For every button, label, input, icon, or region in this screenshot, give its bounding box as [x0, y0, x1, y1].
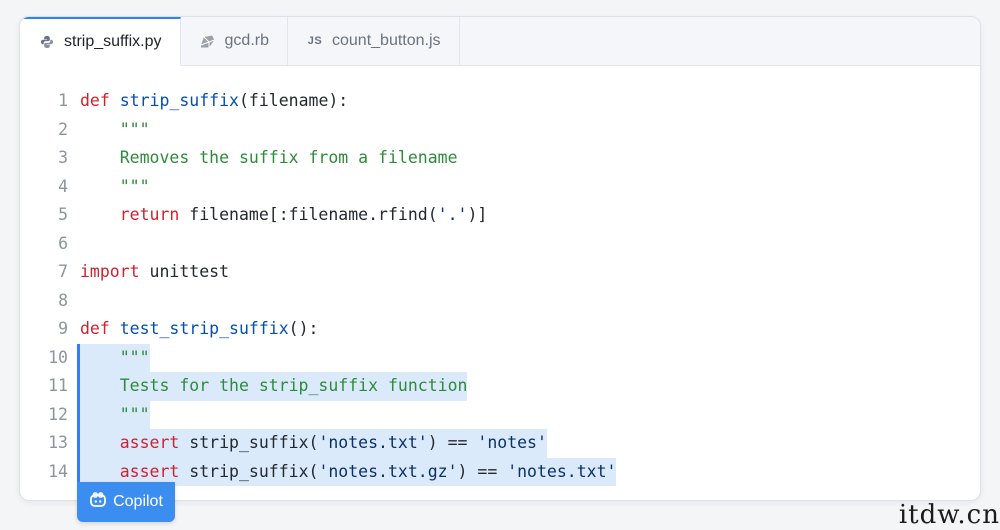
- code-text: import unittest: [80, 258, 229, 287]
- code-line[interactable]: 13 assert strip_suffix('notes.txt') == '…: [20, 429, 980, 458]
- code-token: ) ==: [457, 461, 508, 481]
- code-text: Tests for the strip_suffix function: [80, 372, 468, 401]
- line-number: 11: [48, 376, 68, 395]
- code-text: assert strip_suffix('notes.txt') == 'not…: [80, 429, 547, 458]
- code-token: """: [119, 176, 150, 196]
- code-token: test_strip_suffix: [119, 319, 289, 338]
- code-line[interactable]: 11 Tests for the strip_suffix function: [20, 372, 980, 401]
- code-area[interactable]: 1 def strip_suffix(filename): 2 """ 3 Remov…: [20, 87, 980, 486]
- code-text: """: [80, 173, 150, 202]
- code-line[interactable]: 7 import unittest: [20, 258, 980, 287]
- copilot-button[interactable]: Copilot: [77, 482, 175, 522]
- code-token: ) ==: [427, 433, 478, 452]
- copilot-icon: [89, 491, 113, 513]
- tab-strip-suffix-py[interactable]: strip_suffix.py: [20, 17, 181, 66]
- code-text: """: [80, 344, 150, 373]
- code-token: strip_suffix(: [179, 461, 319, 481]
- code-line[interactable]: 5 return filename[:filename.rfind('.')]: [20, 201, 980, 230]
- tab-gcd-rb[interactable]: gcd.rb: [181, 17, 288, 65]
- code-token: """: [119, 347, 150, 367]
- tab-label: strip_suffix.py: [64, 33, 162, 50]
- code-token: 'notes': [477, 433, 547, 452]
- code-token: import: [80, 262, 140, 281]
- code-token: unittest: [139, 262, 230, 281]
- code-text: """: [80, 401, 150, 430]
- line-number: 1: [58, 91, 68, 110]
- code-token: 'notes.txt': [507, 461, 617, 481]
- code-text: Removes the suffix from a filename: [80, 144, 458, 173]
- code-token: )]: [467, 205, 488, 224]
- line-number: 9: [58, 319, 68, 338]
- js-icon: JS: [307, 35, 323, 47]
- tab-label: gcd.rb: [224, 32, 269, 49]
- code-line[interactable]: 9 def test_strip_suffix():: [20, 315, 980, 344]
- line-number: 13: [48, 433, 68, 452]
- code-token: strip_suffix: [119, 91, 239, 110]
- code-token: return: [119, 205, 180, 224]
- code-token: """: [119, 404, 150, 424]
- code-token: filename[:filename.rfind(: [179, 205, 438, 224]
- code-line[interactable]: 1 def strip_suffix(filename):: [20, 87, 980, 116]
- code-text: def test_strip_suffix():: [80, 315, 318, 344]
- code-text: """: [80, 116, 150, 145]
- copilot-label: Copilot: [113, 493, 163, 510]
- line-number: 2: [58, 119, 68, 139]
- line-number: 5: [58, 205, 68, 224]
- code-token: '.': [437, 205, 468, 224]
- tab-bar: strip_suffix.py gcd.rb JS count_button.j…: [20, 17, 980, 66]
- code-editor: strip_suffix.py gcd.rb JS count_button.j…: [19, 16, 981, 501]
- code-token: assert: [119, 433, 180, 452]
- code-token: Tests for the strip_suffix function: [119, 376, 468, 395]
- code-text: return filename[:filename.rfind('.')]: [80, 201, 488, 230]
- code-token: 'notes.txt.gz': [318, 461, 458, 481]
- line-number: 8: [58, 290, 68, 310]
- code-token: def: [80, 319, 110, 338]
- line-number: 14: [48, 461, 68, 481]
- code-line[interactable]: 10 """: [20, 343, 980, 373]
- line-number: 3: [58, 148, 68, 167]
- code-token: (filename):: [238, 91, 349, 110]
- code-token: """: [119, 119, 150, 139]
- line-number: 12: [48, 404, 68, 424]
- code-line[interactable]: 8: [20, 287, 980, 316]
- ruby-icon: [199, 32, 217, 50]
- code-line[interactable]: 12 """: [20, 400, 980, 430]
- line-number: 7: [58, 262, 68, 281]
- code-token: ():: [288, 319, 319, 338]
- tab-count-button-js[interactable]: JS count_button.js: [288, 17, 460, 65]
- code-token: def: [80, 91, 110, 110]
- code-line[interactable]: 3 Removes the suffix from a filename: [20, 144, 980, 173]
- code-token: strip_suffix(: [179, 433, 319, 452]
- code-token: Removes the suffix from a filename: [119, 148, 458, 167]
- code-text: def strip_suffix(filename):: [80, 87, 348, 116]
- line-number: 6: [58, 233, 68, 253]
- tab-label: count_button.js: [332, 32, 441, 49]
- code-line[interactable]: 4 """: [20, 173, 980, 202]
- code-token: assert: [119, 461, 180, 481]
- code-line[interactable]: 2 """: [20, 116, 980, 145]
- python-icon: [38, 33, 56, 51]
- line-number: 10: [48, 347, 68, 367]
- code-token: 'notes.txt': [318, 433, 428, 452]
- watermark: itdw.cn: [898, 500, 1000, 530]
- line-number: 4: [58, 176, 68, 196]
- code-line[interactable]: 6: [20, 230, 980, 259]
